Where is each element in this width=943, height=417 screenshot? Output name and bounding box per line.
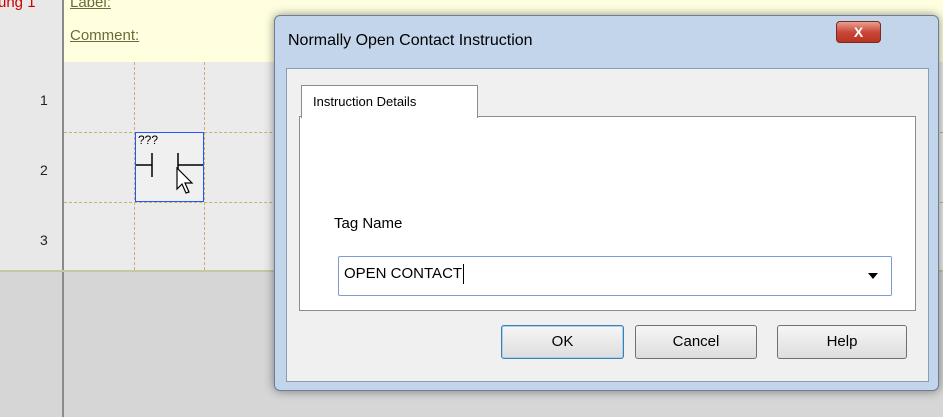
- tag-name-combobox[interactable]: OPEN CONTACT: [338, 256, 892, 296]
- help-button[interactable]: Help: [777, 325, 907, 359]
- rung-gutter: [0, 0, 62, 272]
- close-button[interactable]: X: [836, 21, 881, 43]
- row-number-1: 1: [40, 92, 48, 108]
- dialog-titlebar[interactable]: Normally Open Contact Instruction X: [275, 16, 938, 68]
- dialog-title: Normally Open Contact Instruction: [288, 32, 533, 49]
- tab-panel: Tag Name OPEN CONTACT: [299, 116, 916, 311]
- tag-name-label: Tag Name: [334, 215, 403, 232]
- text-caret: [463, 264, 464, 284]
- tab-instruction-details[interactable]: Instruction Details: [301, 85, 478, 118]
- ok-button[interactable]: OK: [501, 325, 624, 359]
- contact-instruction-dialog[interactable]: Normally Open Contact Instruction X Inst…: [274, 15, 939, 391]
- rung-comment-link[interactable]: Comment:: [70, 27, 139, 44]
- tag-name-input[interactable]: OPEN CONTACT: [344, 265, 462, 282]
- row-number-2: 2: [40, 162, 48, 178]
- cancel-button[interactable]: Cancel: [635, 325, 757, 359]
- dialog-body: Instruction Details Tag Name OPEN CONTAC…: [286, 68, 929, 382]
- tab-label: Instruction Details: [313, 94, 417, 109]
- chevron-down-icon[interactable]: [868, 273, 878, 279]
- row-number-3: 3: [40, 232, 48, 248]
- mouse-pointer-icon: [176, 167, 194, 194]
- close-icon: X: [853, 24, 864, 40]
- rung-label-link[interactable]: Label:: [70, 0, 111, 11]
- contact-tag-text: ???: [138, 133, 159, 147]
- rung-label: ung 1: [0, 0, 36, 11]
- selected-contact[interactable]: ???: [135, 132, 204, 202]
